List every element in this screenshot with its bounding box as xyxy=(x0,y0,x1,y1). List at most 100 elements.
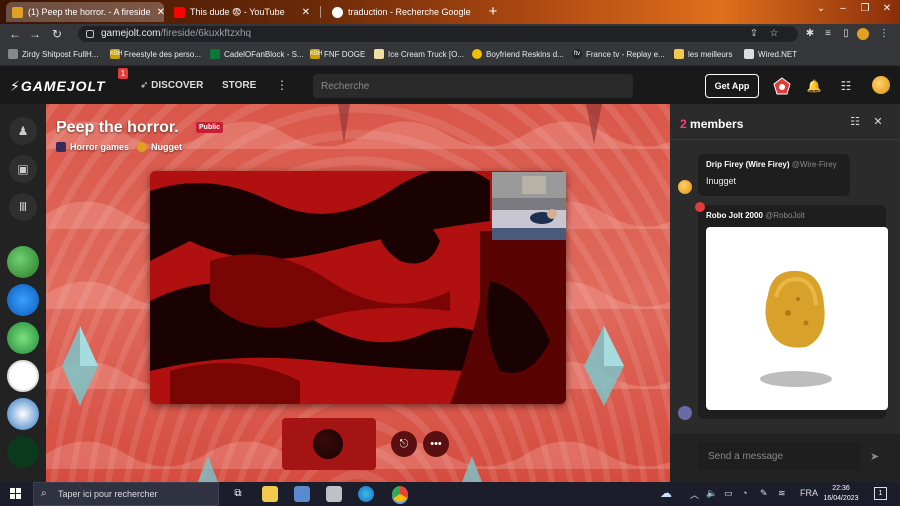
minimize-button[interactable]: – xyxy=(836,3,850,14)
lock-icon[interactable] xyxy=(86,30,94,38)
share-icon[interactable]: ⇪ xyxy=(748,28,760,40)
tab-search-icon[interactable]: ⌄ xyxy=(814,3,828,14)
bell-icon[interactable]: 🔔 xyxy=(804,76,824,96)
bookmark-favicon-icon xyxy=(374,49,384,59)
community-avatar[interactable] xyxy=(7,436,39,468)
reading-list-icon[interactable]: ≡ xyxy=(822,28,834,40)
file-explorer-icon[interactable] xyxy=(262,486,278,502)
member-count[interactable]: 2 members xyxy=(680,117,743,131)
bookmark-fnf-doge[interactable]: KBH FNF DOGE xyxy=(310,49,365,59)
app-icon[interactable] xyxy=(294,486,310,502)
bookmark-cadel[interactable]: CadelOFanBlock - S... xyxy=(210,49,304,59)
pen-icon[interactable]: ✎ xyxy=(760,488,768,499)
nav-discover[interactable]: ➶ DISCOVER xyxy=(140,80,203,91)
show-hidden-icons-icon[interactable]: ︿ xyxy=(690,488,699,501)
host-stream-avatar[interactable] xyxy=(313,429,343,459)
wifi-icon[interactable]: ≋ xyxy=(778,488,786,499)
chat-message: Drip Firey (Wire Firey) @Wire-Firey Inug… xyxy=(698,154,850,196)
community-link[interactable]: Horror games xyxy=(70,142,129,152)
maximize-button[interactable]: ❐ xyxy=(858,3,872,14)
message-input[interactable] xyxy=(698,442,860,470)
leave-fireside-icon[interactable]: ⎋ xyxy=(391,431,417,457)
message-author[interactable]: Robo Jolt 2000 @RoboJolt xyxy=(706,211,805,220)
close-chat-icon[interactable]: ✕ xyxy=(871,115,885,129)
windows-taskbar: ⌕ Taper ici pour rechercher ⧉ ☁ ︿ 🔈 ▭ ◔ … xyxy=(0,482,900,506)
gamejolt-logo[interactable]: ⚡GAMEJOLT xyxy=(10,78,106,95)
youtube-favicon-icon xyxy=(174,6,185,18)
fireside-title: Peep the horror. xyxy=(56,119,179,136)
action-center-icon[interactable]: 1 xyxy=(874,487,887,500)
community-avatar[interactable] xyxy=(7,246,39,278)
more-options-icon[interactable]: ••• xyxy=(423,431,449,457)
close-window-button[interactable]: ✕ xyxy=(880,3,894,14)
community-avatar[interactable] xyxy=(7,360,39,392)
sidebar-library-icon[interactable]: ♟ xyxy=(9,117,37,145)
bookmark-ice-cream[interactable]: Ice Cream Truck [O... xyxy=(374,49,464,59)
sidebar-shelf-icon[interactable]: Ⅲ xyxy=(9,193,37,221)
battery-icon[interactable]: ▭ xyxy=(724,488,733,499)
community-avatar[interactable] xyxy=(7,284,39,316)
close-tab-icon[interactable]: ✕ xyxy=(151,7,164,18)
send-icon[interactable]: ➤ xyxy=(870,450,879,463)
chrome-icon[interactable] xyxy=(392,486,408,502)
back-icon[interactable]: ← xyxy=(8,27,22,41)
network-icon[interactable]: ◔ xyxy=(742,488,747,498)
search-icon: ⌕ xyxy=(41,488,47,499)
tab-google[interactable]: traduction - Recherche Google ✕ xyxy=(326,2,478,22)
bookmark-zirdy[interactable]: Zirdy Shitpost FullH... xyxy=(8,49,98,59)
host-link[interactable]: Nugget xyxy=(151,142,182,152)
taskbar-clock[interactable]: 22:36 16/04/2023 xyxy=(820,484,862,504)
left-sidebar: ♟ ▣ Ⅲ xyxy=(0,104,46,482)
bookmark-france-tv[interactable]: ftv France tv - Replay e... xyxy=(572,49,665,59)
get-app-button[interactable]: Get App xyxy=(705,74,759,98)
edge-icon[interactable] xyxy=(358,486,374,502)
quest-icon[interactable] xyxy=(772,76,792,96)
webcam-pip[interactable] xyxy=(492,172,566,240)
volume-icon[interactable]: 🔈 xyxy=(706,488,717,499)
task-view-icon[interactable]: ⧉ xyxy=(230,486,246,502)
friends-icon[interactable]: ☷ xyxy=(836,76,856,96)
user-avatar[interactable] xyxy=(872,76,890,94)
forward-icon[interactable]: → xyxy=(28,27,42,41)
bookmark-favicon-icon: KBH xyxy=(310,49,323,59)
sidebar-backpack-icon[interactable]: ▣ xyxy=(9,155,37,183)
extensions-icon[interactable]: ✱ xyxy=(804,28,816,40)
tab-youtube[interactable]: This dude 😨 - YouTube ✕ xyxy=(168,2,316,22)
bookmark-star-icon[interactable]: ☆ xyxy=(768,28,780,40)
chat-header: 2 members ☷ ✕ xyxy=(670,104,900,140)
community-avatar[interactable] xyxy=(7,398,39,430)
weather-icon[interactable]: ☁ xyxy=(660,485,676,501)
close-tab-icon[interactable]: ✕ xyxy=(296,7,310,18)
new-tab-button[interactable]: + xyxy=(484,3,502,21)
url-text[interactable]: gamejolt.com/fireside/6kuxkftzxhq xyxy=(101,28,251,39)
nav-store[interactable]: STORE xyxy=(222,80,256,91)
message-avatar[interactable] xyxy=(678,406,692,420)
fireside-stage: Peep the horror. Public Horror games Nug… xyxy=(46,104,670,482)
bookmark-favicon-icon xyxy=(8,49,18,59)
more-options-icon[interactable]: ⋮ xyxy=(276,78,288,92)
robojolt-avatar[interactable] xyxy=(695,202,705,212)
notification-badge: 1 xyxy=(118,68,128,79)
bookmark-freestyle[interactable]: KBH Freestyle des perso... xyxy=(110,49,201,59)
search-input[interactable] xyxy=(313,74,633,98)
taskbar-search[interactable]: ⌕ Taper ici pour rechercher xyxy=(33,482,219,506)
tab-fireside[interactable]: (1) Peep the horror. - A fireside ✕ xyxy=(6,2,164,22)
message-avatar[interactable] xyxy=(678,180,692,194)
side-panel-icon[interactable]: ▯ xyxy=(840,28,852,40)
reload-icon[interactable]: ↻ xyxy=(50,27,64,41)
app-icon[interactable] xyxy=(326,486,342,502)
nugget-image[interactable] xyxy=(706,227,888,410)
windows-start-icon[interactable] xyxy=(10,488,22,500)
bookmark-folder-les-meilleurs[interactable]: les meilleurs xyxy=(674,49,732,59)
bookmark-boyfriend[interactable]: Boyfriend Reskins d... xyxy=(472,49,564,59)
close-tab-icon[interactable]: ✕ xyxy=(471,7,478,18)
message-author[interactable]: Drip Firey (Wire Firey) @Wire-Firey xyxy=(706,160,837,169)
chrome-menu-icon[interactable]: ⋮ xyxy=(878,28,890,40)
community-avatar[interactable] xyxy=(7,322,39,354)
bookmark-wired[interactable]: Wired.NET xyxy=(744,49,797,59)
browser-tab-strip: (1) Peep the horror. - A fireside ✕ This… xyxy=(0,0,900,24)
member-list-icon[interactable]: ☷ xyxy=(848,115,862,129)
language-indicator[interactable]: FRA xyxy=(800,488,818,498)
tab-title: traduction - Recherche Google xyxy=(348,7,471,17)
profile-avatar[interactable] xyxy=(857,28,869,40)
